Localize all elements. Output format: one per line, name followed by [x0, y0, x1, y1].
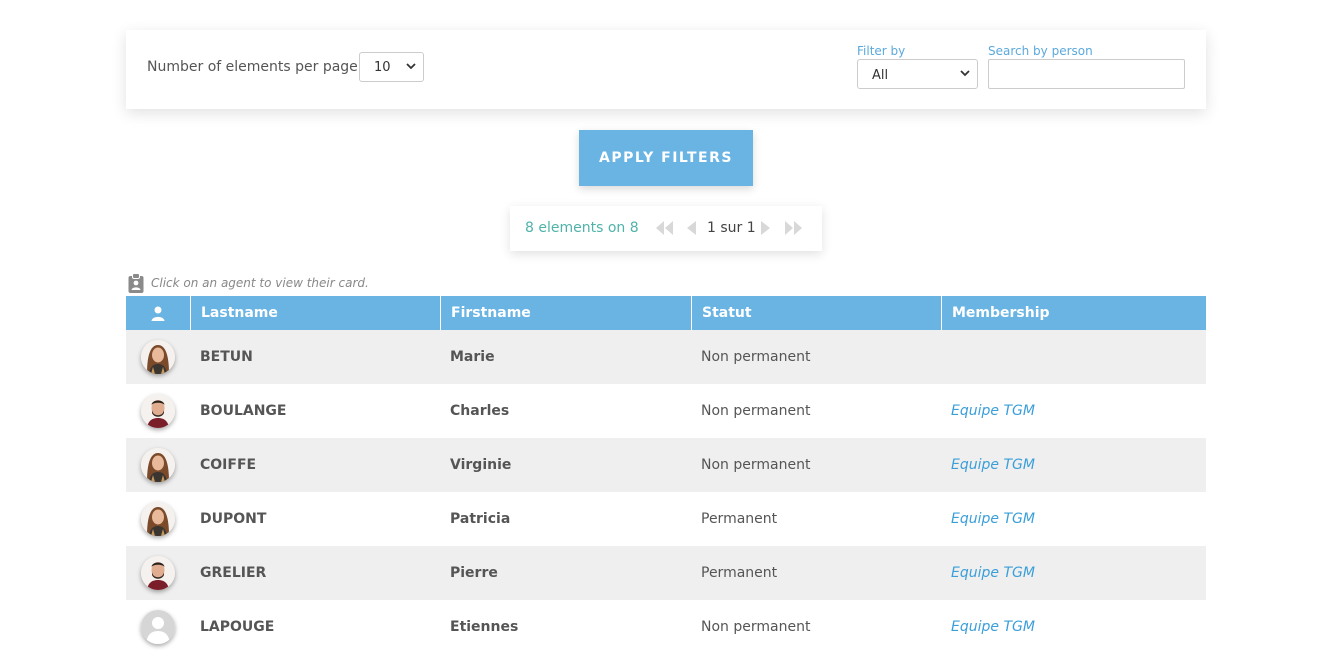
search-label: Search by person	[988, 44, 1093, 58]
firstname-cell[interactable]: Virginie	[440, 438, 691, 492]
avatar[interactable]	[141, 610, 175, 644]
avatar[interactable]	[141, 556, 175, 590]
avatar[interactable]	[141, 394, 175, 428]
avatar-image	[141, 394, 175, 428]
statut-cell: Non permanent	[701, 349, 811, 365]
table-hint: Click on an agent to view their card.	[151, 276, 369, 290]
table-row[interactable]: LAPOUGE Etiennes Non permanent Equipe TGM	[126, 600, 1206, 654]
firstname-cell[interactable]: Charles	[440, 384, 691, 438]
table-row[interactable]: GRELIER Pierre Permanent Equipe TGM	[126, 546, 1206, 600]
membership-cell: Equipe TGM	[941, 438, 1206, 492]
avatar-column-header	[126, 296, 190, 330]
firstname-cell[interactable]: Marie	[440, 330, 691, 384]
avatar-cell	[126, 546, 190, 600]
membership-link[interactable]: Equipe TGM	[951, 403, 1035, 419]
table-row[interactable]: BOULANGE Charles Non permanent Equipe TGM	[126, 384, 1206, 438]
membership-link[interactable]: Equipe TGM	[951, 457, 1035, 473]
filter-panel: Number of elements per page: 10 Filter b…	[126, 30, 1206, 109]
firstname-cell[interactable]: Etiennes	[440, 600, 691, 654]
per-page-select[interactable]: 10	[359, 52, 424, 82]
firstname-cell[interactable]: Pierre	[440, 546, 691, 600]
filter-by-value: All	[872, 68, 889, 83]
filter-by-select[interactable]: All	[857, 59, 978, 89]
table-row[interactable]: DUPONT Patricia Permanent Equipe TGM	[126, 492, 1206, 546]
avatar-cell	[126, 600, 190, 654]
first-page-icon[interactable]	[655, 221, 675, 235]
last-page-icon[interactable]	[783, 221, 803, 235]
per-page-value: 10	[374, 60, 391, 75]
chevron-down-icon	[960, 70, 970, 77]
avatar-cell	[126, 438, 190, 492]
membership-cell: Equipe TGM	[941, 546, 1206, 600]
user-icon	[151, 306, 165, 321]
membership-cell: Equipe TGM	[941, 600, 1206, 654]
element-count: 8 elements on 8	[525, 220, 639, 236]
table-row[interactable]: BETUN Marie Non permanent	[126, 330, 1206, 384]
page-indicator: 1 sur 1	[707, 220, 756, 236]
lastname-cell[interactable]: LAPOUGE	[190, 600, 440, 654]
table-header: Lastname Firstname Statut Membership	[126, 296, 1206, 330]
statut-cell: Permanent	[701, 511, 778, 527]
column-header-membership[interactable]: Membership	[941, 296, 1206, 330]
avatar[interactable]	[141, 448, 175, 482]
statut-cell: Non permanent	[701, 619, 811, 635]
statut-cell: Permanent	[701, 565, 778, 581]
lastname-cell[interactable]: COIFFE	[190, 438, 440, 492]
avatar-cell	[126, 330, 190, 384]
avatar-image	[141, 502, 175, 536]
avatar-image	[141, 448, 175, 482]
avatar[interactable]	[141, 340, 175, 374]
search-input[interactable]	[988, 59, 1185, 89]
membership-cell	[941, 330, 1206, 384]
firstname-cell[interactable]: Patricia	[440, 492, 691, 546]
previous-page-icon[interactable]	[686, 221, 697, 235]
membership-cell: Equipe TGM	[941, 384, 1206, 438]
statut-cell: Non permanent	[701, 457, 811, 473]
avatar-image	[141, 610, 175, 644]
pagination: 8 elements on 8 1 sur 1	[510, 206, 822, 251]
avatar-cell	[126, 492, 190, 546]
clipboard-icon	[128, 273, 144, 293]
apply-filters-button[interactable]: APPLY FILTERS	[579, 130, 753, 186]
filter-by-label: Filter by	[857, 44, 906, 58]
lastname-cell[interactable]: BOULANGE	[190, 384, 440, 438]
column-header-firstname[interactable]: Firstname	[440, 296, 691, 330]
avatar-image	[141, 340, 175, 374]
chevron-down-icon	[406, 63, 416, 70]
column-header-statut[interactable]: Statut	[691, 296, 941, 330]
avatar-image	[141, 556, 175, 590]
membership-cell: Equipe TGM	[941, 492, 1206, 546]
statut-cell: Non permanent	[701, 403, 811, 419]
membership-link[interactable]: Equipe TGM	[951, 565, 1035, 581]
avatar[interactable]	[141, 502, 175, 536]
next-page-icon[interactable]	[760, 221, 771, 235]
membership-link[interactable]: Equipe TGM	[951, 511, 1035, 527]
avatar-cell	[126, 384, 190, 438]
lastname-cell[interactable]: BETUN	[190, 330, 440, 384]
table-body: BETUN Marie Non permanent BOULANGE Charles No…	[126, 330, 1206, 654]
column-header-lastname[interactable]: Lastname	[190, 296, 440, 330]
lastname-cell[interactable]: GRELIER	[190, 546, 440, 600]
per-page-label: Number of elements per page:	[147, 59, 363, 75]
agents-table: Lastname Firstname Statut Membership BET…	[126, 296, 1206, 654]
lastname-cell[interactable]: DUPONT	[190, 492, 440, 546]
table-row[interactable]: COIFFE Virginie Non permanent Equipe TGM	[126, 438, 1206, 492]
